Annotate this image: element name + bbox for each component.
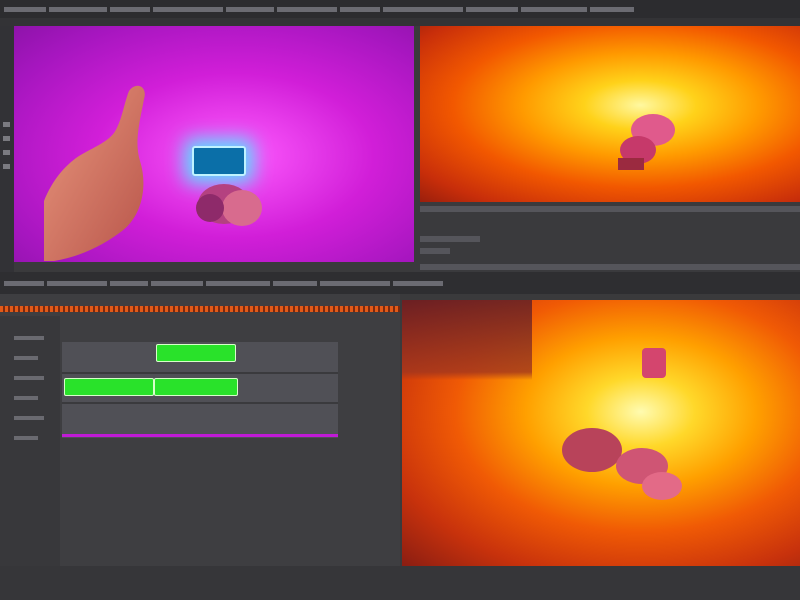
menu-item[interactable] [383,6,463,12]
mid-toolbar [0,272,800,294]
toolbar-button[interactable] [47,280,107,286]
menu-item[interactable] [110,6,150,12]
character-graphic [562,428,682,500]
character-graphic [642,348,666,378]
timeline-clip[interactable] [154,378,238,396]
toolbar-button[interactable] [110,280,148,286]
menu-item[interactable] [277,6,337,12]
toolbar-button[interactable] [4,280,44,286]
toolbar-button[interactable] [151,280,203,286]
menu-item[interactable] [590,6,634,12]
sub-toolbar [0,18,800,26]
control-row[interactable] [420,264,800,270]
menu-item[interactable] [49,6,107,12]
viewer-controls [414,202,800,272]
control-row[interactable] [420,206,800,212]
timeline-clip[interactable] [64,378,154,396]
menu-item[interactable] [466,6,518,12]
control-row[interactable] [420,236,480,242]
layer-row[interactable] [14,336,44,340]
menu-item[interactable] [521,6,587,12]
tool-icon[interactable] [3,136,10,141]
layer-row[interactable] [14,396,38,400]
menu-item[interactable] [340,6,380,12]
timeline-ruler[interactable] [0,306,400,312]
layer-row[interactable] [14,436,38,440]
status-bar [0,566,800,600]
playhead-line[interactable] [62,434,338,437]
toolbar-button[interactable] [393,280,443,286]
toolbar-button[interactable] [320,280,390,286]
character-graphic [196,184,262,226]
hand-graphic [44,85,145,262]
left-tool-strip [0,26,14,272]
timeline-clip[interactable] [156,344,236,362]
menu-item[interactable] [153,6,223,12]
layer-list [0,316,60,596]
tool-icon[interactable] [3,164,10,169]
viewer-top-left[interactable] [14,26,414,262]
tool-icon[interactable] [3,150,10,155]
control-row[interactable] [420,248,450,254]
character-graphic [618,114,675,170]
menu-item[interactable] [4,6,46,12]
toolbar-button[interactable] [273,280,317,286]
timeline-panel [0,294,400,600]
layer-row[interactable] [14,356,38,360]
layer-row[interactable] [14,376,44,380]
track-divider [62,372,338,374]
menu-item[interactable] [226,6,274,12]
top-toolbar [0,0,800,18]
viewer-top-right[interactable] [420,26,800,202]
viewer-bottom-right[interactable] [402,300,800,566]
dark-wall [402,300,532,380]
tool-icon[interactable] [3,122,10,127]
layer-row[interactable] [14,416,44,420]
track-area[interactable] [62,342,338,438]
track-divider [62,402,338,404]
glowing-monitor [192,146,246,176]
toolbar-button[interactable] [206,280,270,286]
